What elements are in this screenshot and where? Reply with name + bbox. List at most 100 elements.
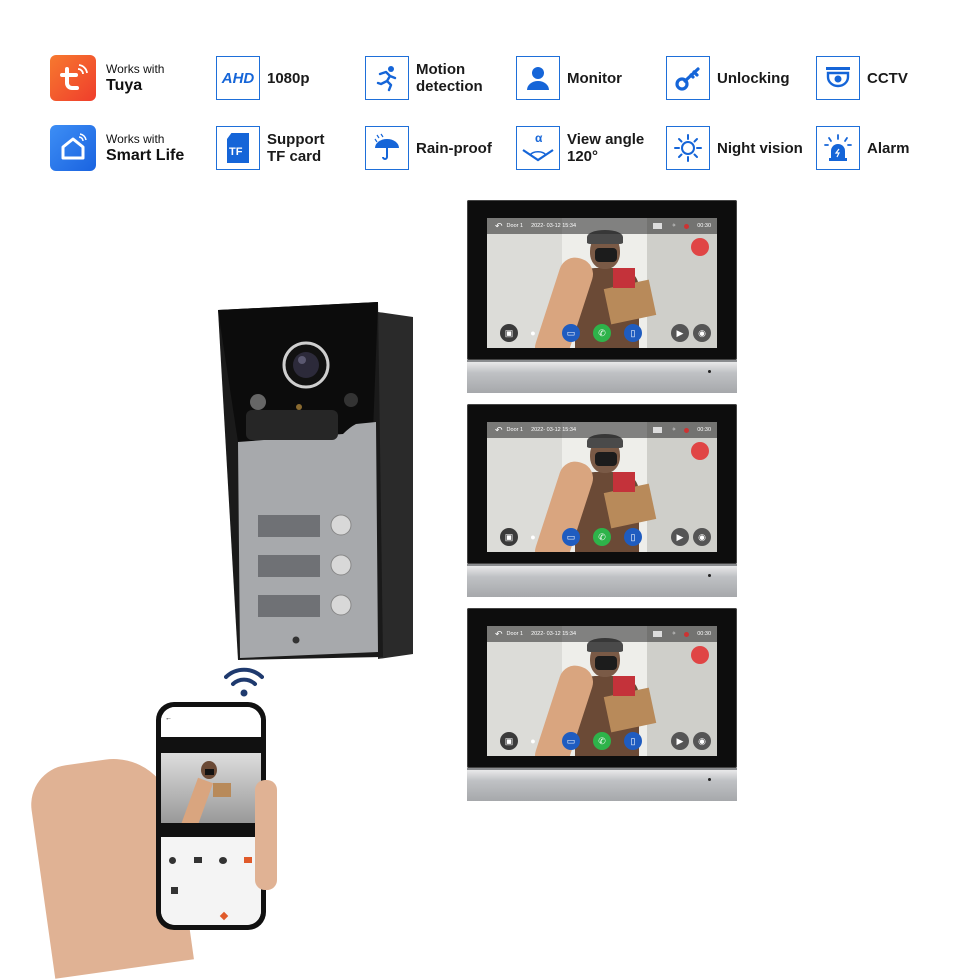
- datetime: 2022- 03-12 15:34: [531, 427, 577, 433]
- feature-line1: Rain-proof: [416, 139, 492, 157]
- cctv-switch-button[interactable]: ●: [524, 528, 542, 546]
- smart-life-logo-icon: [50, 125, 96, 171]
- key-icon: [666, 56, 710, 100]
- indoor-monitor-2: ↶ Door 1 2022- 03-12 15:34 ✧ 00:30 ▣ ● ▭…: [467, 404, 737, 597]
- feature-night-vision: Night vision: [666, 126, 803, 170]
- phone-unlock-action[interactable]: [171, 887, 178, 894]
- record-video-button[interactable]: ▶: [671, 528, 689, 546]
- alarm-button[interactable]: [691, 442, 709, 460]
- feature-line1: Monitor: [567, 69, 622, 87]
- mute-icon[interactable]: ✧: [672, 223, 677, 229]
- phone-action-4[interactable]: [244, 857, 252, 863]
- feature-tuya: Works with Tuya: [50, 55, 164, 101]
- mute-icon[interactable]: ✧: [672, 427, 677, 433]
- unlock-door-button[interactable]: ▯: [624, 528, 642, 546]
- phone-action-1[interactable]: [169, 857, 176, 864]
- back-arrow-icon[interactable]: ↶: [495, 629, 503, 640]
- playback-button[interactable]: ▣: [500, 732, 518, 750]
- feature-monitor: Monitor: [516, 56, 622, 100]
- phone-back-icon[interactable]: ←: [165, 715, 172, 722]
- call-timer: 00:30: [697, 631, 711, 637]
- door-station: [218, 302, 418, 667]
- record-indicator-icon: [684, 427, 690, 433]
- answer-call-button[interactable]: ✆: [593, 324, 611, 342]
- feature-ahd: AHD 1080p: [216, 56, 310, 100]
- feature-line1: Works with: [106, 61, 165, 76]
- snapshot-button[interactable]: ◉: [693, 528, 711, 546]
- call-button-3[interactable]: [331, 595, 351, 615]
- feature-motion: Motion detection: [365, 56, 483, 100]
- phone-action-2[interactable]: [194, 857, 202, 863]
- microphone-hole: [708, 778, 711, 781]
- record-video-button[interactable]: ▶: [671, 732, 689, 750]
- mute-icon[interactable]: ✧: [672, 631, 677, 637]
- monitor-status-bar: ↶ Door 1 2022- 03-12 15:34 ✧ 00:30: [487, 422, 717, 438]
- microphone-hole: [708, 574, 711, 577]
- indoor-monitor-3: ↶ Door 1 2022- 03-12 15:34 ✧ 00:30 ▣ ● ▭…: [467, 608, 737, 801]
- sd-card-icon: TF: [216, 126, 260, 170]
- feature-line2: Tuya: [106, 76, 143, 94]
- unlock-door-button[interactable]: ▯: [624, 324, 642, 342]
- call-button-1[interactable]: [331, 515, 351, 535]
- person-icon: [516, 56, 560, 100]
- feature-alarm: Alarm: [816, 126, 910, 170]
- unlock-door-button[interactable]: ▯: [624, 732, 642, 750]
- siren-icon: [816, 126, 860, 170]
- feature-view-angle: α View angle 120°: [516, 126, 644, 170]
- door-label: Door 1: [506, 631, 524, 637]
- back-arrow-icon[interactable]: ↶: [495, 425, 503, 436]
- sun-icon: [666, 126, 710, 170]
- ahd-icon: AHD: [216, 56, 260, 100]
- unlock-gate-button[interactable]: ▭: [562, 324, 580, 342]
- monitor-screen: ↶ Door 1 2022- 03-12 15:34 ✧ 00:30 ▣ ● ▭…: [487, 626, 717, 756]
- call-timer: 00:30: [697, 223, 711, 229]
- alarm-button[interactable]: [691, 646, 709, 664]
- snapshot-button[interactable]: ◉: [693, 732, 711, 750]
- phone-action-3[interactable]: [219, 857, 227, 864]
- image-icon[interactable]: [652, 631, 662, 637]
- feature-line1: CCTV: [867, 69, 908, 87]
- feature-line2: 120°: [567, 148, 599, 165]
- cctv-switch-button[interactable]: ●: [524, 732, 542, 750]
- feature-line2: Smart Life: [106, 146, 185, 164]
- call-button-2[interactable]: [331, 555, 351, 575]
- feature-rain-proof: Rain-proof: [365, 126, 492, 170]
- microphone-hole: [708, 370, 711, 373]
- phone-live-view[interactable]: [161, 753, 261, 831]
- alarm-button[interactable]: [691, 238, 709, 256]
- record-indicator-icon: [684, 223, 690, 229]
- unlock-gate-button[interactable]: ▭: [562, 528, 580, 546]
- call-timer: 00:30: [697, 427, 711, 433]
- tuya-logo-icon: [50, 55, 96, 101]
- cctv-switch-button[interactable]: ●: [524, 324, 542, 342]
- answer-call-button[interactable]: ✆: [593, 528, 611, 546]
- unlock-gate-button[interactable]: ▭: [562, 732, 580, 750]
- image-icon[interactable]: [652, 427, 662, 433]
- back-arrow-icon[interactable]: ↶: [495, 221, 503, 232]
- snapshot-button[interactable]: ◉: [693, 324, 711, 342]
- playback-button[interactable]: ▣: [500, 324, 518, 342]
- smartphone: ←: [156, 702, 266, 930]
- feature-tf-card: TF Support TF card: [216, 126, 325, 170]
- door-label: Door 1: [506, 223, 524, 229]
- wifi-icon: [224, 666, 264, 703]
- answer-call-button[interactable]: ✆: [593, 732, 611, 750]
- feature-line1: Alarm: [867, 139, 910, 157]
- feature-line1: Unlocking: [717, 69, 790, 87]
- monitor-screen: ↶ Door 1 2022- 03-12 15:34 ✧ 00:30 ▣ ● ▭…: [487, 218, 717, 348]
- running-person-icon: [365, 56, 409, 100]
- umbrella-icon: [365, 126, 409, 170]
- feature-line1: Motion: [416, 61, 466, 78]
- image-icon[interactable]: [652, 223, 662, 229]
- phone-app-screen: ←: [161, 707, 261, 925]
- feature-smart-life: Works with Smart Life: [50, 125, 184, 171]
- monitor-status-bar: ↶ Door 1 2022- 03-12 15:34 ✧ 00:30: [487, 626, 717, 642]
- feature-line1: Night vision: [717, 139, 803, 157]
- feature-line2: detection: [416, 78, 483, 95]
- feature-line1: 1080p: [267, 69, 310, 87]
- record-video-button[interactable]: ▶: [671, 324, 689, 342]
- playback-button[interactable]: ▣: [500, 528, 518, 546]
- feature-line1: View angle: [567, 131, 645, 148]
- dome-camera-icon: [816, 56, 860, 100]
- datetime: 2022- 03-12 15:34: [531, 223, 577, 229]
